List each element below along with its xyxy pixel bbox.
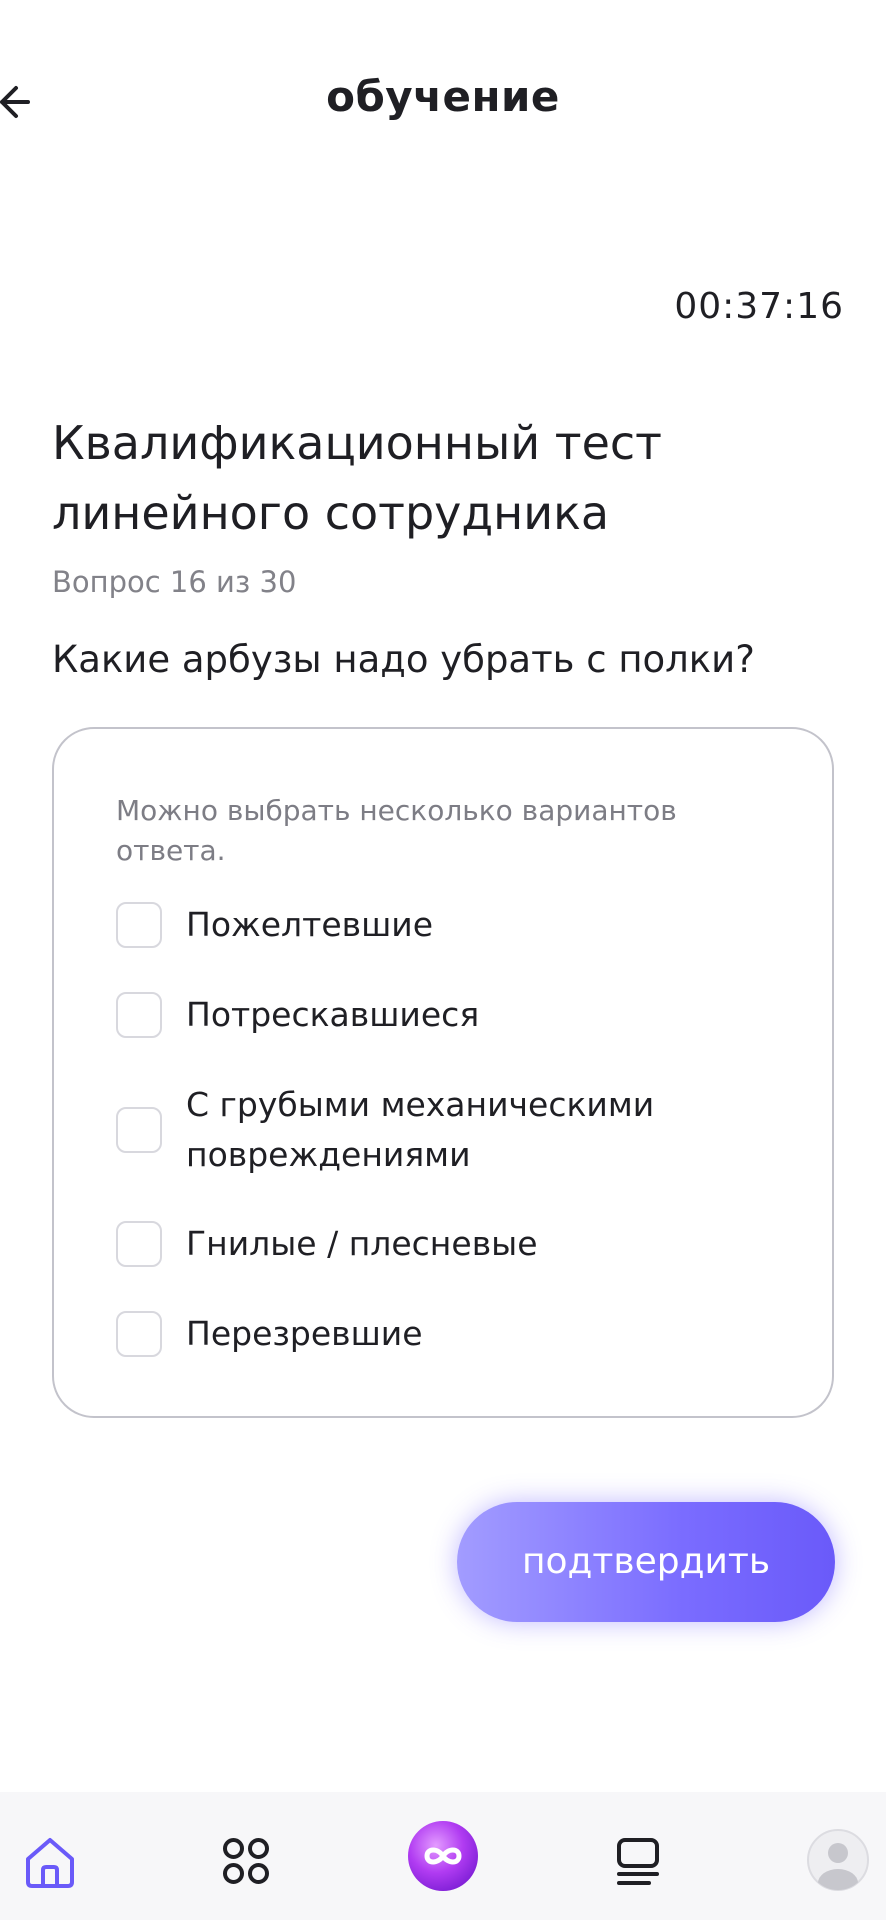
nav-courses[interactable] <box>608 1832 668 1892</box>
answer-option-label: Перезревшие <box>186 1314 423 1353</box>
answer-option[interactable]: Пожелтевшие <box>116 900 776 950</box>
answer-option-label: Пожелтевшие <box>186 905 434 944</box>
answers-hint: Можно выбрать несколько вариантов ответа… <box>116 794 677 867</box>
question-counter: Вопрос 16 из 30 <box>52 565 297 599</box>
profile-icon <box>807 1829 869 1891</box>
bottom-nav <box>0 1792 886 1920</box>
home-icon <box>26 1838 74 1888</box>
nav-center[interactable] <box>405 1818 481 1894</box>
confirm-button[interactable]: подтвердить <box>457 1502 835 1622</box>
answer-option-label: Потрескавшиеся <box>186 995 480 1034</box>
checkbox[interactable] <box>116 1221 162 1267</box>
nav-home[interactable] <box>20 1832 80 1892</box>
answers-card: Можно выбрать несколько вариантов ответа… <box>52 727 834 1418</box>
checkbox[interactable] <box>116 1311 162 1357</box>
answer-option-label: Гнилые / плесневые <box>186 1224 538 1263</box>
list-icon <box>617 1838 659 1885</box>
answer-option[interactable]: С грубыми механическими повреждениями <box>116 1080 776 1180</box>
page-title: обучение <box>326 72 560 121</box>
checkbox[interactable] <box>116 902 162 948</box>
question-text: Какие арбузы надо убрать с полки? <box>52 638 755 681</box>
nav-profile[interactable] <box>806 1828 870 1892</box>
nav-catalog[interactable] <box>216 1832 276 1892</box>
answer-option[interactable]: Перезревшие <box>116 1309 776 1359</box>
infinity-icon <box>408 1821 478 1891</box>
timer: 00:37:16 <box>674 286 844 327</box>
grid-icon <box>223 1838 269 1884</box>
checkbox[interactable] <box>116 992 162 1038</box>
test-title: Квалификационный тест линейного сотрудни… <box>52 416 662 540</box>
answer-option[interactable]: Гнилые / плесневые <box>116 1219 776 1269</box>
checkbox[interactable] <box>116 1107 162 1153</box>
answer-option[interactable]: Потрескавшиеся <box>116 990 776 1040</box>
app-header: обучение <box>0 0 886 205</box>
answer-option-label: С грубыми механическими повреждениями <box>186 1085 655 1174</box>
